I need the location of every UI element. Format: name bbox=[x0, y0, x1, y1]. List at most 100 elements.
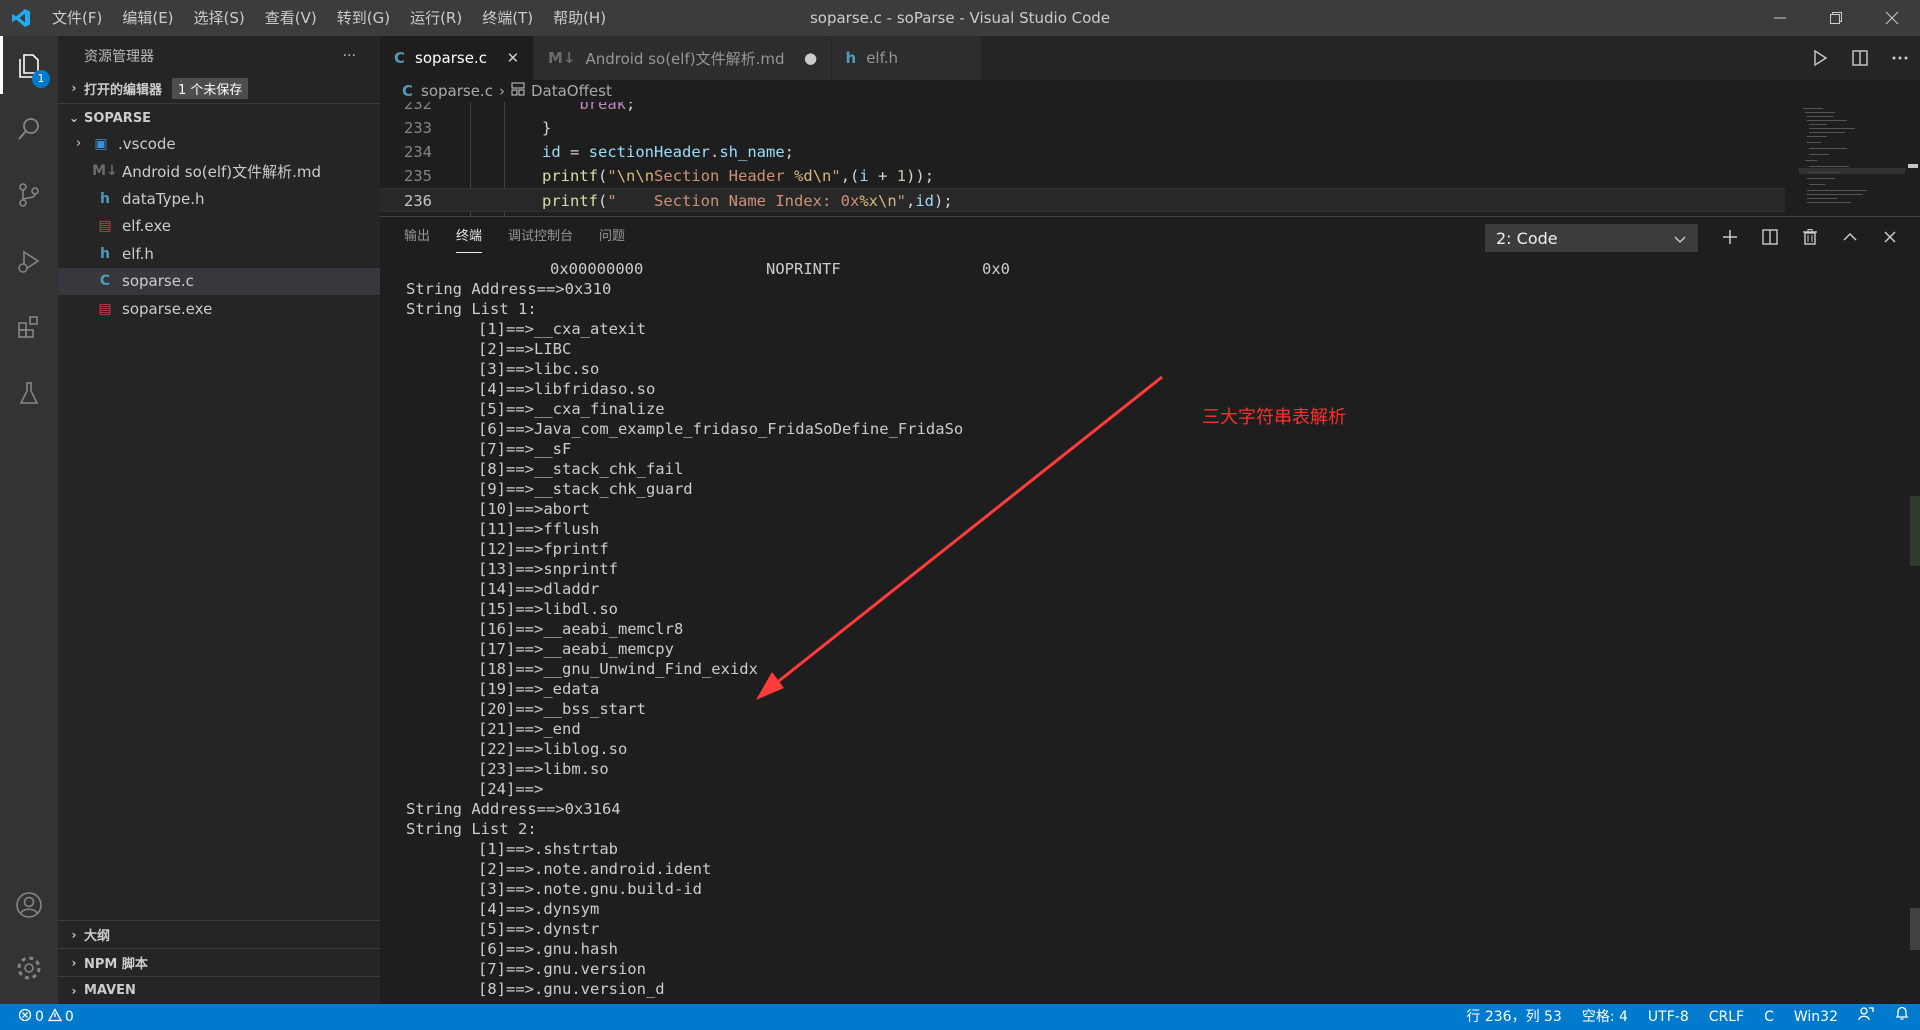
terminal-line: [1]==>.shstrtab bbox=[478, 840, 618, 858]
terminal-line: [23]==>libm.so bbox=[478, 760, 609, 778]
panel-tab[interactable]: 终端 bbox=[456, 217, 483, 257]
problems-status[interactable]: 0 0 bbox=[0, 1008, 74, 1026]
breadcrumb-file[interactable]: soparse.c bbox=[421, 82, 493, 100]
outline-section[interactable]: › 大纲 bbox=[58, 920, 380, 948]
code-line: 234 id = sectionHeader.sh_name; bbox=[380, 140, 1785, 164]
feedback-icon[interactable] bbox=[1848, 1004, 1884, 1030]
file-tree-item[interactable]: ▤ elf.exe bbox=[58, 213, 380, 241]
menu-item[interactable]: 帮助(H) bbox=[543, 0, 616, 36]
terminal-selector-value: 2: Code bbox=[1496, 228, 1558, 248]
panel-tab[interactable]: 问题 bbox=[599, 217, 625, 257]
editor-tab[interactable]: Csoparse.c ✕ bbox=[380, 36, 534, 80]
breadcrumb-symbol[interactable]: DataOffest bbox=[531, 82, 612, 100]
close-window-icon[interactable] bbox=[1864, 0, 1920, 36]
tab-label: Android so(elf)文件解析.md bbox=[585, 49, 785, 68]
explorer-sidebar: 资源管理器 ··· › 打开的编辑器 1 个未保存 ⌄ SOPARSE › ▣ .v… bbox=[58, 36, 380, 1004]
terminal-output[interactable]: 0x00000000 NOPRINTF 0x0 String Address==… bbox=[406, 259, 1886, 1004]
terminal-line: [13]==>snprintf bbox=[478, 560, 618, 578]
terminal-line: [8]==>__stack_chk_fail bbox=[478, 460, 684, 478]
terminal-selector[interactable]: 2: Code bbox=[1485, 224, 1698, 252]
file-tree-item[interactable]: h dataType.h bbox=[58, 185, 380, 213]
binary-file-icon: ▤ bbox=[98, 218, 112, 235]
run-code-icon[interactable] bbox=[1800, 36, 1840, 80]
maven-label: MAVEN bbox=[84, 983, 136, 998]
panel-tab[interactable]: 输出 bbox=[404, 217, 430, 257]
file-tree-item[interactable]: › ▣ .vscode bbox=[58, 130, 380, 158]
terminal-line: [11]==>fflush bbox=[478, 520, 600, 538]
file-type-icon: C bbox=[394, 49, 406, 67]
indentation[interactable]: 空格: 4 bbox=[1572, 1004, 1638, 1030]
menu-item[interactable]: 选择(S) bbox=[184, 0, 255, 36]
close-panel-icon[interactable] bbox=[1870, 217, 1910, 257]
maven-section[interactable]: › MAVEN bbox=[58, 976, 380, 1004]
terminal-line: [8]==>.gnu.version_d bbox=[478, 980, 665, 998]
run-debug-icon[interactable] bbox=[0, 232, 58, 290]
menu-item[interactable]: 文件(F) bbox=[42, 0, 112, 36]
source-control-icon[interactable] bbox=[0, 166, 58, 224]
split-terminal-icon[interactable] bbox=[1750, 217, 1790, 257]
chevron-right-icon: › bbox=[71, 983, 77, 998]
terminal-line: [14]==>dladdr bbox=[478, 580, 600, 598]
encoding[interactable]: UTF-8 bbox=[1638, 1004, 1699, 1030]
file-type-icon: h bbox=[845, 49, 857, 67]
settings-gear-icon[interactable] bbox=[0, 939, 58, 997]
extensions-icon[interactable] bbox=[0, 298, 58, 356]
file-type-icon: M↓ bbox=[547, 49, 576, 67]
terminal-line: [6]==>.gnu.hash bbox=[478, 940, 618, 958]
terminal-scrollbar-thumb[interactable] bbox=[1910, 908, 1920, 950]
code-editor[interactable]: 232 break; 233} 234 id = sectionHeader.sh_n… bbox=[380, 102, 1785, 216]
project-section[interactable]: ⌄ SOPARSE bbox=[58, 106, 380, 130]
line-number: 233 bbox=[404, 119, 432, 137]
menu-item[interactable]: 终端(T) bbox=[472, 0, 543, 36]
unsaved-dot-icon[interactable]: ● bbox=[803, 49, 819, 67]
line-ending[interactable]: CRLF bbox=[1699, 1004, 1754, 1030]
editor-scrollbar[interactable] bbox=[1906, 102, 1920, 216]
panel-tab[interactable]: 调试控制台 bbox=[508, 217, 573, 257]
more-actions-icon[interactable]: ··· bbox=[343, 48, 356, 64]
menu-item[interactable]: 转到(G) bbox=[327, 0, 400, 36]
file-tree-item[interactable]: ▤ soparse.exe bbox=[58, 295, 380, 323]
file-name: soparse.c bbox=[122, 272, 194, 291]
notifications-bell-icon[interactable] bbox=[1884, 1004, 1920, 1030]
menu-item[interactable]: 运行(R) bbox=[400, 0, 472, 36]
panel-tabs: 输出 终端 调试控制台 问题 bbox=[380, 217, 651, 257]
editor-tab[interactable]: M↓ Android so(elf)文件解析.md ● bbox=[533, 36, 832, 80]
more-actions-icon[interactable] bbox=[1880, 36, 1920, 80]
cursor-position[interactable]: 行 236，列 53 bbox=[1456, 1004, 1571, 1030]
menu-bar: 文件(F) 编辑(E) 选择(S) 查看(V) 转到(G) 运行(R) 终端(T) 帮助(H) bbox=[42, 0, 616, 36]
file-tree-item[interactable]: Csoparse.c bbox=[58, 267, 380, 295]
warning-icon bbox=[47, 1008, 63, 1026]
platform[interactable]: Win32 bbox=[1784, 1004, 1848, 1030]
open-editors-section[interactable]: › 打开的编辑器 1 个未保存 bbox=[58, 76, 380, 100]
testing-flask-icon[interactable] bbox=[0, 364, 58, 422]
vscode-logo-icon bbox=[0, 0, 42, 36]
activity-bar: 1 bbox=[0, 36, 58, 1004]
new-terminal-plus-icon[interactable] bbox=[1710, 217, 1750, 257]
minimap[interactable] bbox=[1785, 102, 1905, 216]
close-tab-icon[interactable]: ✕ bbox=[505, 49, 521, 67]
restore-icon[interactable] bbox=[1808, 0, 1864, 36]
language-mode[interactable]: C bbox=[1754, 1004, 1784, 1030]
account-icon[interactable] bbox=[0, 876, 58, 934]
maximize-panel-chevron-up-icon[interactable] bbox=[1830, 217, 1870, 257]
npm-scripts-section[interactable]: › NPM 脚本 bbox=[58, 948, 380, 976]
chevron-down-icon: ⌄ bbox=[68, 111, 80, 125]
split-editor-icon[interactable] bbox=[1840, 36, 1880, 80]
menu-item[interactable]: 编辑(E) bbox=[112, 0, 183, 36]
code-line: 235 printf("\n\nSection Header %d\n",(i +… bbox=[380, 164, 1785, 188]
terminal-line: [7]==>.gnu.version bbox=[478, 960, 646, 978]
file-tree-item[interactable]: h elf.h bbox=[58, 240, 380, 268]
menu-item[interactable]: 查看(V) bbox=[255, 0, 327, 36]
explorer-icon[interactable]: 1 bbox=[0, 36, 58, 94]
code-text: } bbox=[542, 119, 552, 137]
terminal-line: [22]==>liblog.so bbox=[478, 740, 628, 758]
terminal-line: [18]==>__gnu_Unwind_Find_exidx bbox=[478, 660, 758, 678]
editor-tab[interactable]: h elf.h bbox=[831, 36, 982, 80]
header-file-icon: h bbox=[100, 190, 110, 207]
search-icon[interactable] bbox=[0, 100, 58, 158]
terminal-line: [6]==>Java_com_example_fridaso_FridaSoDe… bbox=[478, 420, 964, 438]
terminal-line: [9]==>__stack_chk_guard bbox=[478, 480, 693, 498]
file-tree-item[interactable]: M↓ Android so(elf)文件解析.md bbox=[58, 158, 380, 186]
trash-icon[interactable] bbox=[1790, 217, 1830, 257]
minimize-icon[interactable] bbox=[1752, 0, 1808, 36]
